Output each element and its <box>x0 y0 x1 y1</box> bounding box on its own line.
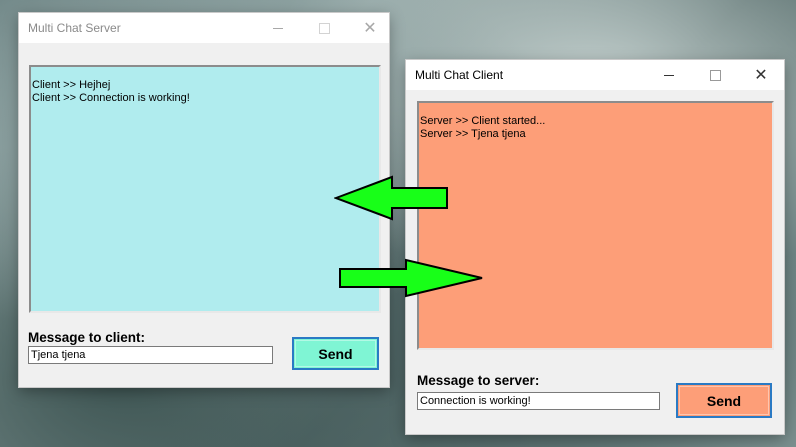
message-to-client-label: Message to client: <box>28 330 146 345</box>
minimize-icon[interactable] <box>255 13 301 43</box>
chat-message: Client >> Connection is working! <box>32 92 190 104</box>
client-titlebar[interactable]: Multi Chat Client ✕ <box>406 60 784 90</box>
server-window-title: Multi Chat Server <box>28 21 121 35</box>
button-focus-rect <box>679 386 769 415</box>
client-window-title: Multi Chat Client <box>415 68 504 82</box>
chat-message: Server >> Tjena tjena <box>420 128 526 140</box>
server-send-button[interactable]: Send <box>292 337 379 370</box>
close-icon[interactable]: ✕ <box>347 13 393 43</box>
maximize-icon[interactable] <box>301 13 347 43</box>
close-icon[interactable]: ✕ <box>738 60 784 90</box>
client-message-input[interactable] <box>417 392 660 410</box>
arrow-left-icon <box>334 175 448 221</box>
server-chat-log: Client >> Hejhej Client >> Connection is… <box>29 65 381 313</box>
message-to-server-label: Message to server: <box>417 373 540 388</box>
client-window: Multi Chat Client ✕ Server >> Client sta… <box>406 60 784 434</box>
minimize-icon[interactable] <box>646 60 692 90</box>
client-send-button[interactable]: Send <box>676 383 772 418</box>
maximize-icon[interactable] <box>692 60 738 90</box>
client-chat-log: Server >> Client started... Server >> Tj… <box>417 101 774 350</box>
server-titlebar[interactable]: Multi Chat Server ✕ <box>19 13 389 43</box>
chat-message: Client >> Hejhej <box>32 79 111 91</box>
chat-message: Server >> Client started... <box>420 115 546 127</box>
arrow-right-icon <box>339 258 483 298</box>
server-message-input[interactable] <box>28 346 273 364</box>
button-focus-rect <box>295 340 376 367</box>
